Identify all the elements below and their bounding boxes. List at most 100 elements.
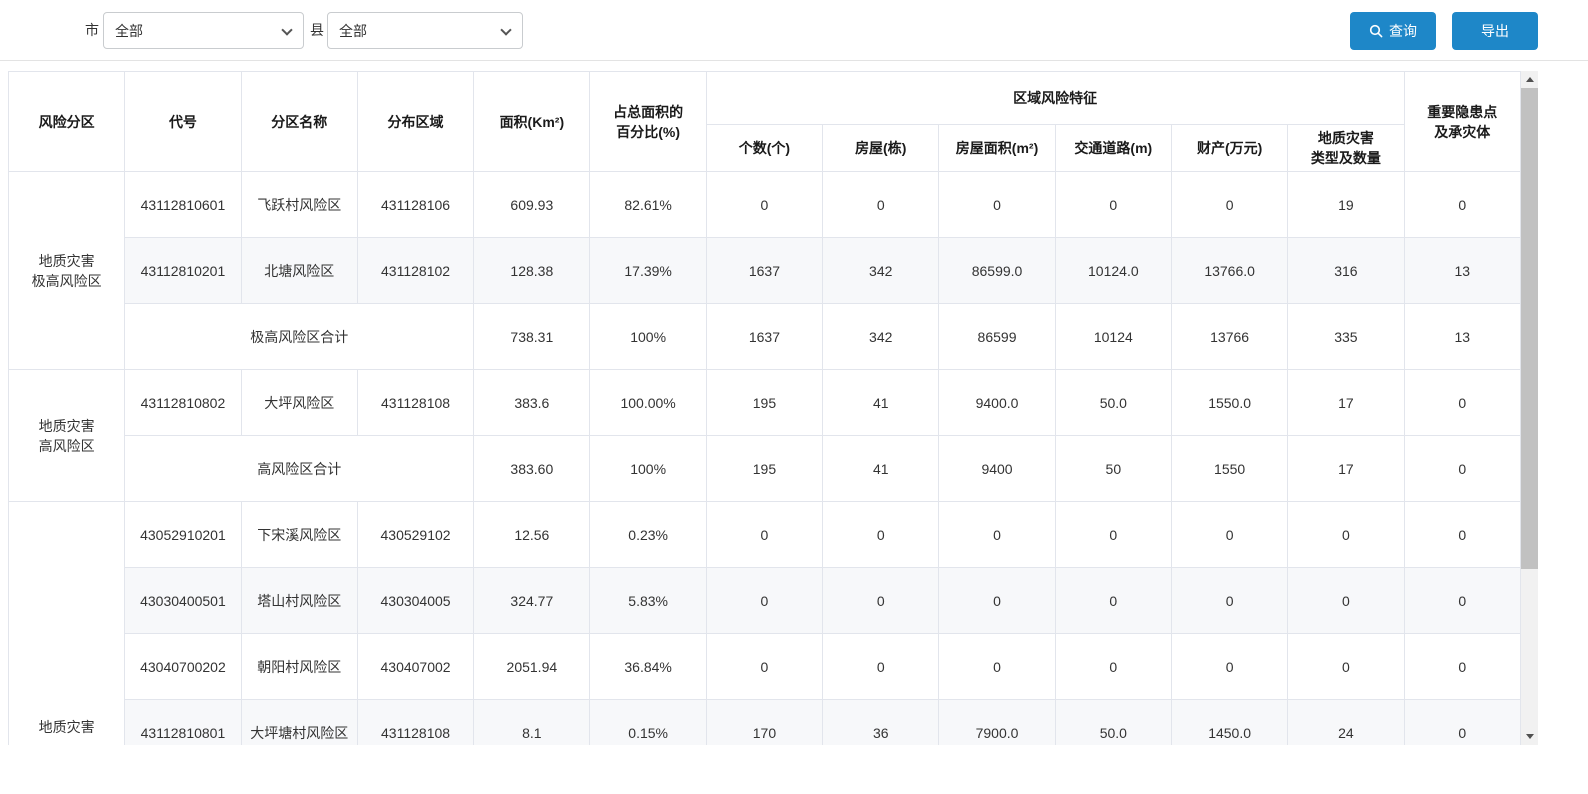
cell-property: 0: [1171, 634, 1287, 700]
cell-hazard-count: 335: [1288, 304, 1404, 370]
cell-area: 383.6: [474, 370, 590, 436]
cell-zone-name: 下宋溪风险区: [241, 502, 357, 568]
cell-house-area: 9400: [939, 436, 1055, 502]
subtotal-label-cell: 极高风险区合计: [125, 304, 474, 370]
toolbar: 市 全部 县 全部 查询 导出: [0, 0, 1588, 61]
cell-pct: 0.15%: [590, 700, 706, 746]
cell-roads: 0: [1055, 502, 1171, 568]
cell-important: 0: [1404, 634, 1520, 700]
cell-hazard-count: 17: [1288, 436, 1404, 502]
cell-code: 43112810201: [125, 238, 241, 304]
cell-region: 430529102: [357, 502, 473, 568]
scroll-down-button[interactable]: [1521, 728, 1538, 745]
cell-area: 128.38: [474, 238, 590, 304]
cell-house-area: 86599.0: [939, 238, 1055, 304]
cell-pct: 100.00%: [590, 370, 706, 436]
cell-zone-name: 塔山村风险区: [241, 568, 357, 634]
chevron-down-icon: [281, 24, 292, 35]
cell-zone-name: 朝阳村风险区: [241, 634, 357, 700]
col-header-important-points: 重要隐患点 及承灾体: [1404, 72, 1520, 172]
cell-important: 0: [1404, 502, 1520, 568]
cell-code: 43030400501: [125, 568, 241, 634]
cell-count: 0: [706, 634, 822, 700]
cell-pct: 82.61%: [590, 172, 706, 238]
cell-hazard-count: 19: [1288, 172, 1404, 238]
table-header: 风险分区 代号 分区名称 分布区域 面积(Km²) 占总面积的 百分比(%) 区…: [9, 72, 1521, 172]
city-select[interactable]: 全部: [103, 12, 304, 49]
cell-property: 13766: [1171, 304, 1287, 370]
cell-houses: 0: [823, 502, 939, 568]
export-button[interactable]: 导出: [1452, 12, 1538, 50]
col-header-zone-name: 分区名称: [241, 72, 357, 172]
query-button-label: 查询: [1389, 21, 1417, 41]
cell-houses: 36: [823, 700, 939, 746]
cell-region: 431128106: [357, 172, 473, 238]
cell-property: 1550: [1171, 436, 1287, 502]
table-row: 地质灾害 高风险区 43112810802 大坪风险区 431128108 38…: [9, 370, 1521, 436]
subheader-house-area: 房屋面积(m²): [939, 125, 1055, 172]
cell-roads: 50.0: [1055, 370, 1171, 436]
county-select-value: 全部: [339, 21, 367, 41]
cell-hazard-count: 24: [1288, 700, 1404, 746]
cell-area: 8.1: [474, 700, 590, 746]
cell-region: 431128102: [357, 238, 473, 304]
cell-houses: 342: [823, 238, 939, 304]
subheader-hazard-type: 地质灾害 类型及数量: [1288, 125, 1404, 172]
cell-roads: 10124.0: [1055, 238, 1171, 304]
cell-important: 13: [1404, 304, 1520, 370]
cell-area: 738.31: [474, 304, 590, 370]
cell-houses: 41: [823, 370, 939, 436]
cell-zone-name: 大坪风险区: [241, 370, 357, 436]
cell-count: 170: [706, 700, 822, 746]
query-button[interactable]: 查询: [1350, 12, 1436, 50]
arrow-up-icon: [1526, 77, 1534, 82]
group-cell-extreme-risk: 地质灾害 极高风险区: [9, 172, 125, 370]
table-row: 43112810201 北塘风险区 431128102 128.38 17.39…: [9, 238, 1521, 304]
cell-hazard-count: 316: [1288, 238, 1404, 304]
cell-region: 430407002: [357, 634, 473, 700]
col-header-risk-zone: 风险分区: [9, 72, 125, 172]
cell-pct: 100%: [590, 436, 706, 502]
group-cell-third-risk: 地质灾害: [9, 502, 125, 746]
cell-zone-name: 飞跃村风险区: [241, 172, 357, 238]
cell-count: 195: [706, 370, 822, 436]
arrow-down-icon: [1526, 734, 1534, 739]
cell-count: 1637: [706, 238, 822, 304]
cell-property: 0: [1171, 502, 1287, 568]
cell-property: 13766.0: [1171, 238, 1287, 304]
subheader-count: 个数(个): [706, 125, 822, 172]
cell-important: 0: [1404, 172, 1520, 238]
cell-roads: 0: [1055, 634, 1171, 700]
risk-zone-table: 风险分区 代号 分区名称 分布区域 面积(Km²) 占总面积的 百分比(%) 区…: [8, 71, 1521, 745]
cell-hazard-count: 17: [1288, 370, 1404, 436]
cell-region: 430304005: [357, 568, 473, 634]
cell-area: 383.60: [474, 436, 590, 502]
scroll-up-button[interactable]: [1521, 71, 1538, 88]
cell-pct: 5.83%: [590, 568, 706, 634]
cell-code: 43112810801: [125, 700, 241, 746]
cell-count: 0: [706, 502, 822, 568]
county-label: 县: [310, 0, 324, 61]
subtotal-row: 高风险区合计 383.60 100% 195 41 9400 50 1550 1…: [9, 436, 1521, 502]
cell-zone-name: 北塘风险区: [241, 238, 357, 304]
cell-house-area: 9400.0: [939, 370, 1055, 436]
scroll-thumb[interactable]: [1521, 88, 1538, 569]
cell-property: 0: [1171, 172, 1287, 238]
city-label: 市: [85, 0, 99, 61]
vertical-scrollbar[interactable]: [1521, 71, 1538, 745]
cell-region: 431128108: [357, 700, 473, 746]
cell-area: 609.93: [474, 172, 590, 238]
subtotal-row: 极高风险区合计 738.31 100% 1637 342 86599 10124…: [9, 304, 1521, 370]
col-header-risk-features: 区域风险特征: [706, 72, 1404, 125]
subheader-roads: 交通道路(m): [1055, 125, 1171, 172]
col-header-region: 分布区域: [357, 72, 473, 172]
cell-houses: 0: [823, 634, 939, 700]
county-select[interactable]: 全部: [327, 12, 523, 49]
risk-table-viewport: 风险分区 代号 分区名称 分布区域 面积(Km²) 占总面积的 百分比(%) 区…: [8, 71, 1538, 745]
cell-house-area: 0: [939, 634, 1055, 700]
chevron-down-icon: [500, 24, 511, 35]
cell-roads: 50: [1055, 436, 1171, 502]
export-button-label: 导出: [1481, 21, 1509, 41]
cell-house-area: 7900.0: [939, 700, 1055, 746]
cell-area: 324.77: [474, 568, 590, 634]
